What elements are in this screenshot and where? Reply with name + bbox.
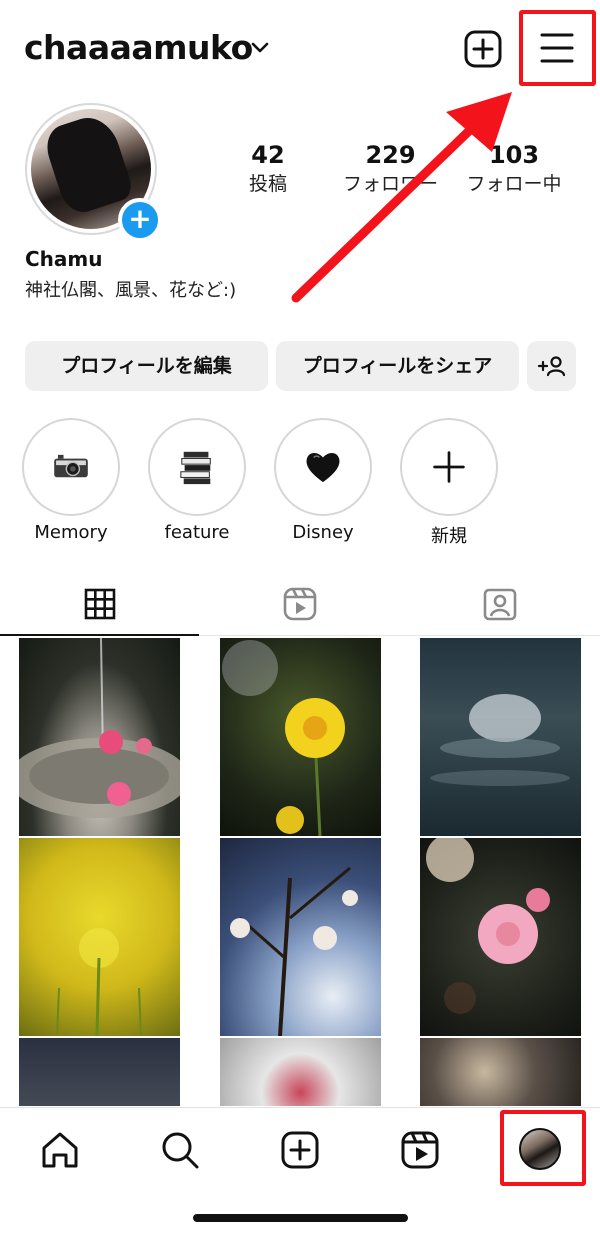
- profile-tab-highlight-box: [500, 1110, 586, 1186]
- tagged-icon: [483, 588, 517, 621]
- followers-label: フォロワー: [342, 173, 438, 195]
- posts-count: 42: [251, 141, 285, 169]
- add-person-icon: [537, 356, 566, 377]
- add-story-plus-icon[interactable]: +: [118, 198, 162, 242]
- stat-followers[interactable]: 229 フォロワー: [333, 140, 448, 198]
- highlight-new[interactable]: 新規: [400, 418, 498, 548]
- tab-reels[interactable]: [200, 572, 400, 636]
- home-indicator: [193, 1214, 408, 1222]
- search-icon[interactable]: [158, 1128, 202, 1172]
- display-name: Chamu: [25, 247, 103, 271]
- post-image: [222, 640, 345, 836]
- following-label: フォロー中: [466, 173, 562, 195]
- create-post-icon[interactable]: [464, 30, 502, 68]
- chevron-down-icon[interactable]: [251, 40, 269, 54]
- share-profile-button[interactable]: プロフィールをシェア: [276, 341, 519, 391]
- post-thumbnail[interactable]: [420, 638, 581, 836]
- post-image: [426, 838, 550, 1014]
- tab-grid[interactable]: [0, 572, 200, 636]
- following-count: 103: [488, 141, 540, 169]
- highlight-label: Memory: [34, 522, 108, 543]
- post-thumbnail[interactable]: [220, 1038, 381, 1106]
- highlight-label: Disney: [292, 522, 354, 543]
- camera-icon: [54, 454, 88, 478]
- active-tab-indicator: [0, 634, 199, 636]
- post-thumbnail[interactable]: [220, 838, 381, 1036]
- highlight-feature[interactable]: feature: [148, 418, 246, 543]
- discover-people-button[interactable]: [527, 341, 576, 391]
- highlight-label: 新規: [431, 526, 467, 547]
- followers-count: 229: [365, 141, 416, 169]
- post-image: [56, 928, 142, 1036]
- post-thumbnail[interactable]: [420, 838, 581, 1036]
- grid-icon: [84, 588, 116, 620]
- edit-profile-button[interactable]: プロフィールを編集: [25, 341, 268, 391]
- post-thumbnail[interactable]: [19, 638, 180, 836]
- menu-highlight-box: [519, 10, 596, 86]
- highlight-memory[interactable]: Memory: [22, 418, 120, 543]
- heart-icon: [306, 453, 340, 483]
- post-thumbnail[interactable]: [19, 838, 180, 1036]
- stat-posts[interactable]: 42 投稿: [228, 140, 308, 198]
- stat-following[interactable]: 103 フォロー中: [458, 140, 570, 198]
- plus-icon: [433, 451, 465, 483]
- book-stack-icon: [180, 451, 211, 485]
- highlight-label: feature: [164, 522, 230, 543]
- home-icon[interactable]: [38, 1128, 82, 1172]
- reels-icon: [283, 587, 317, 621]
- username-title[interactable]: chaaaamuko: [24, 28, 253, 67]
- post-image: [19, 638, 180, 818]
- highlight-disney[interactable]: Disney: [274, 418, 372, 543]
- post-image: [230, 866, 358, 1036]
- post-thumbnail[interactable]: [19, 1038, 180, 1106]
- profile-tabs: [0, 572, 600, 636]
- posts-label: 投稿: [248, 173, 287, 195]
- post-thumbnail[interactable]: [420, 1038, 581, 1106]
- post-thumbnail[interactable]: [220, 638, 381, 836]
- reels-icon[interactable]: [398, 1128, 442, 1172]
- profile-bio: 神社仏閣、風景、花など:): [25, 280, 237, 301]
- add-post-icon[interactable]: [278, 1128, 322, 1172]
- tab-tagged[interactable]: [400, 572, 600, 636]
- top-header: chaaaamuko: [0, 0, 600, 100]
- post-image: [430, 694, 570, 786]
